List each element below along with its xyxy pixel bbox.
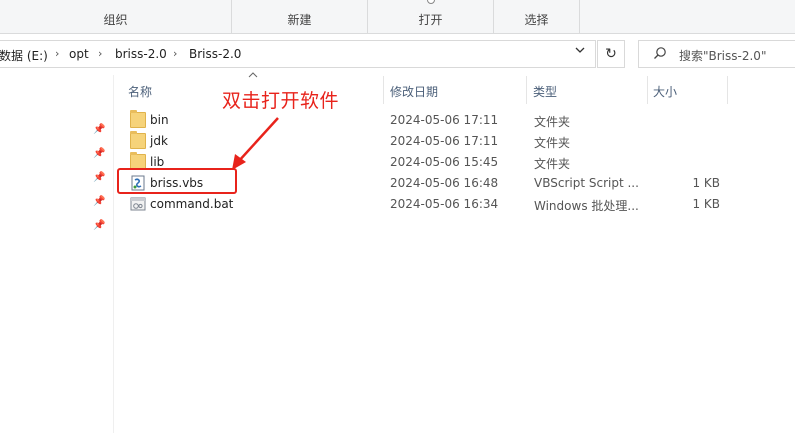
- pin-icon[interactable]: 📌: [93, 220, 105, 232]
- annotation-arrow: [232, 117, 279, 170]
- annotation-callout-text: 双击打开软件: [222, 90, 340, 112]
- file-name: bin: [150, 113, 169, 127]
- file-modified: 2024-05-06 16:34: [390, 197, 499, 211]
- breadcrumb-drive[interactable]: 数据 (E:): [0, 47, 48, 64]
- ribbon-label-select: 选择: [524, 13, 549, 27]
- file-modified: 2024-05-06 17:11: [390, 134, 499, 148]
- column-header-size-label: 大小: [653, 85, 678, 99]
- address-row: 数据 (E:) › opt › briss-2.0 › Briss-2.0 ↻ …: [0, 37, 795, 71]
- column-header-name-label: 名称: [128, 85, 153, 99]
- file-size: 1 KB: [692, 176, 720, 190]
- pin-icon[interactable]: 📌: [93, 124, 105, 136]
- breadcrumb-separator[interactable]: ›: [55, 47, 59, 60]
- address-bar[interactable]: 数据 (E:) › opt › briss-2.0 › Briss-2.0: [0, 40, 596, 68]
- breadcrumb-briss-current[interactable]: Briss-2.0: [189, 47, 241, 61]
- column-divider[interactable]: [383, 76, 384, 104]
- nav-pane-divider[interactable]: [113, 75, 114, 433]
- refresh-icon: ↻: [605, 46, 617, 62]
- column-header-type-label: 类型: [533, 85, 558, 99]
- annotation-highlight-box: [117, 168, 237, 194]
- properties-icon: [426, 0, 435, 4]
- file-name: lib: [150, 155, 165, 169]
- ribbon: 组织 新建 打开 选择: [0, 0, 795, 34]
- search-input[interactable]: 搜索"Briss-2.0": [638, 40, 795, 68]
- file-type: 文件夹: [534, 115, 571, 129]
- pin-icon[interactable]: 📌: [93, 196, 105, 208]
- ribbon-label-new: 新建: [287, 13, 312, 27]
- breadcrumb-opt[interactable]: opt: [69, 47, 89, 61]
- ribbon-group-open[interactable]: 打开: [368, 0, 494, 34]
- ribbon-group-new[interactable]: 新建: [232, 0, 368, 34]
- ribbon-group-select[interactable]: 选择: [494, 0, 580, 34]
- file-size: 1 KB: [692, 197, 720, 211]
- file-modified: 2024-05-06 15:45: [390, 155, 499, 169]
- file-type: VBScript Script ...: [534, 176, 638, 190]
- column-header-modified-label: 修改日期: [390, 85, 439, 99]
- file-name: jdk: [150, 134, 168, 148]
- breadcrumb-separator[interactable]: ›: [98, 47, 102, 60]
- file-name: command.bat: [150, 197, 234, 211]
- pin-icon[interactable]: 📌: [93, 148, 105, 160]
- folder-icon: [130, 131, 146, 149]
- folder-icon: [130, 110, 146, 128]
- search-icon: [654, 47, 666, 59]
- pin-icon[interactable]: 📌: [93, 172, 105, 184]
- file-type: Windows 批处理...: [534, 199, 638, 213]
- file-row-command-bat[interactable]: command.bat 2024-05-06 16:34 Windows 批处理…: [124, 194, 724, 215]
- ribbon-label-organize: 组织: [103, 13, 128, 27]
- file-type: 文件夹: [534, 136, 571, 150]
- file-row-bin[interactable]: bin 2024-05-06 17:11 文件夹: [124, 110, 724, 131]
- search-placeholder: 搜索"Briss-2.0": [679, 49, 767, 63]
- file-modified: 2024-05-06 16:48: [390, 176, 499, 190]
- column-header-type[interactable]: 类型: [533, 76, 647, 104]
- breadcrumb-separator[interactable]: ›: [173, 47, 177, 60]
- file-type: 文件夹: [534, 157, 571, 171]
- ribbon-label-open: 打开: [418, 13, 443, 27]
- batch-file-icon: [130, 197, 146, 211]
- column-header-size[interactable]: 大小: [653, 76, 727, 104]
- column-divider[interactable]: [727, 76, 728, 104]
- column-divider[interactable]: [647, 76, 648, 104]
- chevron-down-icon[interactable]: [571, 45, 589, 63]
- refresh-button[interactable]: ↻: [597, 40, 625, 68]
- breadcrumb-briss-lower[interactable]: briss-2.0: [115, 47, 167, 61]
- file-row-jdk[interactable]: jdk 2024-05-06 17:11 文件夹: [124, 131, 724, 152]
- column-divider[interactable]: [526, 76, 527, 104]
- column-header-modified[interactable]: 修改日期: [390, 76, 526, 104]
- ribbon-group-organize[interactable]: 组织: [0, 0, 232, 34]
- file-modified: 2024-05-06 17:11: [390, 113, 499, 127]
